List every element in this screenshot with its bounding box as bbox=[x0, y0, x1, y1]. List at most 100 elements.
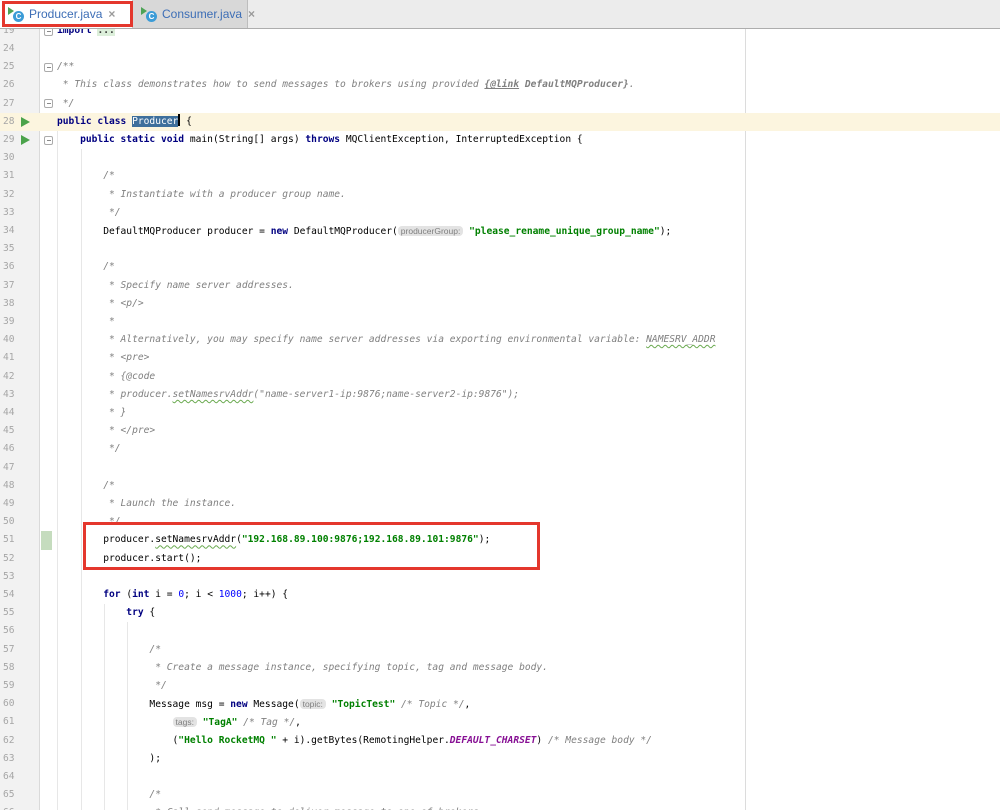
parameter-hint: tags: bbox=[172, 717, 197, 728]
line-number: 35 bbox=[3, 243, 15, 255]
code-line[interactable]: 44 * } bbox=[0, 404, 1000, 422]
line-number: 39 bbox=[3, 316, 15, 327]
code-line[interactable]: 65 /* bbox=[0, 786, 1000, 804]
fold-marker-icon[interactable] bbox=[44, 99, 53, 109]
code-text: ); bbox=[57, 752, 161, 764]
line-number: 50 bbox=[3, 516, 15, 528]
code-text: * Launch the instance. bbox=[57, 498, 237, 509]
run-icon[interactable] bbox=[21, 117, 30, 128]
code-text: try { bbox=[57, 607, 156, 619]
run-icon[interactable] bbox=[21, 135, 30, 146]
code-text: producer.start(); bbox=[57, 552, 202, 564]
line-number: 63 bbox=[3, 752, 15, 764]
code-line[interactable]: 63 ); bbox=[0, 750, 1000, 768]
code-line[interactable]: 30 bbox=[0, 149, 1000, 167]
close-icon[interactable]: × bbox=[108, 8, 115, 20]
line-number: 32 bbox=[3, 188, 15, 200]
code-line[interactable]: 38 * <p/> bbox=[0, 295, 1000, 313]
line-number: 55 bbox=[3, 607, 15, 619]
code-line[interactable]: 42 * {@code bbox=[0, 368, 1000, 386]
code-line[interactable]: 61 tags: "TagA" /* Tag */, bbox=[0, 713, 1000, 731]
code-line[interactable]: 41 * <pre> bbox=[0, 349, 1000, 367]
line-number: 31 bbox=[3, 170, 15, 182]
code-line[interactable]: 40 * Alternatively, you may specify name… bbox=[0, 331, 1000, 349]
code-text: public static void main(String[] args) t… bbox=[57, 134, 583, 145]
code-line[interactable]: 56 bbox=[0, 622, 1000, 640]
code-line[interactable]: 37 * Specify name server addresses. bbox=[0, 277, 1000, 295]
line-number: 30 bbox=[3, 152, 15, 164]
line-number: 26 bbox=[3, 79, 15, 91]
code-line[interactable]: 62 ("Hello RocketMQ " + i).getBytes(Remo… bbox=[0, 732, 1000, 750]
change-marker bbox=[41, 531, 52, 550]
code-line[interactable]: 25 /** bbox=[0, 58, 1000, 76]
line-number: 34 bbox=[3, 225, 15, 236]
line-number: 46 bbox=[3, 443, 15, 455]
code-line[interactable]: 28 public class Producer { bbox=[0, 112, 1000, 131]
code-line[interactable]: 58 * Create a message instance, specifyi… bbox=[0, 659, 1000, 677]
line-number: 54 bbox=[3, 589, 15, 600]
line-number: 62 bbox=[3, 734, 15, 746]
line-number: 42 bbox=[3, 370, 15, 382]
code-line[interactable]: 60 Message msg = new Message(topic: "Top… bbox=[0, 695, 1000, 713]
code-line[interactable]: 33 */ bbox=[0, 204, 1000, 222]
tab-consumer-java[interactable]: C Consumer.java × bbox=[133, 0, 255, 28]
code-line[interactable]: 55 try { bbox=[0, 604, 1000, 622]
code-line[interactable]: 59 */ bbox=[0, 677, 1000, 695]
code-text: * Call send message to deliver message t… bbox=[57, 804, 484, 810]
code-line[interactable]: 34 DefaultMQProducer producer = new Defa… bbox=[0, 222, 1000, 240]
code-text: */ bbox=[57, 516, 121, 528]
line-number: 36 bbox=[3, 261, 15, 273]
code-line[interactable]: 43 * producer.setNamesrvAddr("name-serve… bbox=[0, 386, 1000, 404]
fold-marker-icon[interactable] bbox=[44, 62, 53, 72]
code-line[interactable]: 50 */ bbox=[0, 513, 1000, 531]
tab-producer-java[interactable]: C Producer.java × bbox=[0, 0, 133, 28]
close-icon[interactable]: × bbox=[248, 8, 255, 20]
line-number: 66 bbox=[3, 804, 35, 810]
line-number: 33 bbox=[3, 206, 15, 218]
line-number: 65 bbox=[3, 789, 15, 801]
code-editor-area[interactable]: 19 import ... 24 25/** 26 * This class demon… bbox=[0, 0, 1000, 810]
code-line[interactable]: 64 bbox=[0, 768, 1000, 786]
code-text: */ bbox=[57, 680, 167, 691]
line-number: 60 bbox=[3, 698, 15, 710]
code-text: /* bbox=[57, 479, 115, 491]
code-text: DefaultMQProducer producer = new Default… bbox=[57, 226, 672, 237]
code-line[interactable]: 54 for (int i = 0; i < 1000; i++) { bbox=[0, 586, 1000, 604]
code-line[interactable]: 52 producer.start(); bbox=[0, 550, 1000, 568]
code-line[interactable]: 49 * Launch the instance. bbox=[0, 495, 1000, 513]
line-number: 24 bbox=[3, 43, 15, 54]
code-line[interactable]: 36 /* bbox=[0, 258, 1000, 276]
java-class-icon: C bbox=[8, 6, 24, 22]
tab-label: Producer.java bbox=[29, 7, 103, 21]
code-text: ("Hello RocketMQ " + i).getBytes(Remotin… bbox=[57, 734, 652, 746]
fold-marker-icon[interactable] bbox=[44, 135, 53, 145]
code-text: /* bbox=[57, 170, 115, 182]
code-text: * Specify name server addresses. bbox=[57, 279, 294, 291]
code-line[interactable]: 26 * This class demonstrates how to send… bbox=[0, 76, 1000, 94]
code-line[interactable]: 57 /* bbox=[0, 641, 1000, 659]
tab-label: Consumer.java bbox=[162, 7, 243, 21]
code-line[interactable]: 47 bbox=[0, 459, 1000, 477]
code-text: */ bbox=[57, 443, 121, 455]
code-line[interactable]: 32 * Instantiate with a producer group n… bbox=[0, 186, 1000, 204]
code-text: */ bbox=[57, 97, 75, 109]
code-line[interactable]: 45 * </pre> bbox=[0, 422, 1000, 440]
line-number: 64 bbox=[3, 771, 15, 782]
code-line[interactable]: 31 /* bbox=[0, 167, 1000, 185]
code-line[interactable]: 35 bbox=[0, 240, 1000, 258]
code-text: * <p/> bbox=[57, 297, 144, 309]
line-number: 41 bbox=[3, 352, 15, 364]
ide-editor-window: 19 import ... 24 25/** 26 * This class demon… bbox=[0, 0, 1000, 810]
code-line[interactable]: 29 public static void main(String[] args… bbox=[0, 131, 1000, 149]
code-text: tags: "TagA" /* Tag */, bbox=[57, 713, 301, 732]
code-line[interactable]: 39 * bbox=[0, 313, 1000, 331]
code-line[interactable]: 46 */ bbox=[0, 440, 1000, 458]
code-line[interactable]: 24 bbox=[0, 40, 1000, 58]
code-text: producer.setNamesrvAddr("192.168.89.100:… bbox=[57, 534, 491, 546]
code-line[interactable]: 27 */ bbox=[0, 95, 1000, 113]
code-line[interactable]: 66 * Call send message to deliver messag… bbox=[0, 804, 1000, 810]
parameter-hint: producerGroup: bbox=[397, 226, 464, 236]
code-line[interactable]: 48 /* bbox=[0, 477, 1000, 495]
code-line[interactable]: 53 bbox=[0, 568, 1000, 586]
code-line[interactable]: 51 producer.setNamesrvAddr("192.168.89.1… bbox=[0, 531, 1000, 550]
